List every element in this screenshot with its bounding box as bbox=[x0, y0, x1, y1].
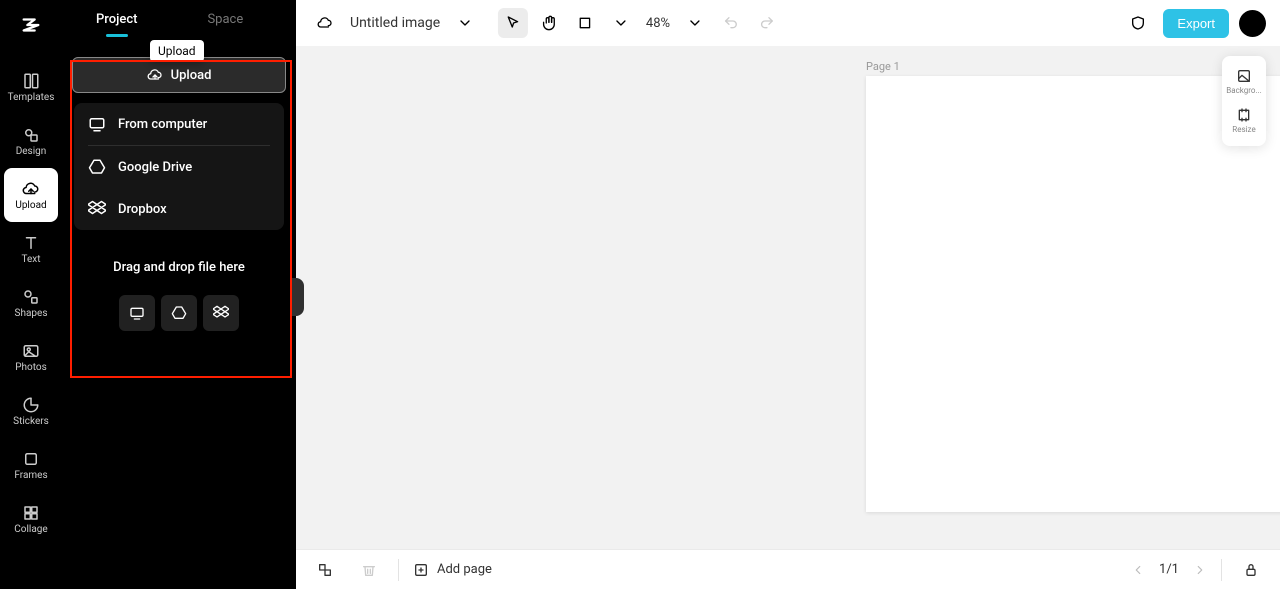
sidebar-item-label: Frames bbox=[14, 470, 47, 481]
sidebar-item-label: Text bbox=[21, 254, 40, 265]
undo-icon[interactable] bbox=[716, 8, 746, 38]
main-area: Untitled image 48% bbox=[296, 0, 1280, 589]
avatar[interactable] bbox=[1239, 10, 1266, 37]
app-logo-icon[interactable] bbox=[20, 14, 42, 40]
right-tool-label: Backgro... bbox=[1226, 86, 1262, 95]
add-page-label: Add page bbox=[437, 562, 492, 577]
upload-menu: From computer Google Drive Dropbox bbox=[74, 103, 284, 230]
topbar-left: Untitled image bbox=[310, 8, 480, 38]
lock-icon[interactable] bbox=[1236, 555, 1266, 585]
right-tools: Backgro... Resize bbox=[1222, 56, 1266, 146]
tab-project[interactable]: Project bbox=[96, 12, 137, 37]
menu-dropbox[interactable]: Dropbox bbox=[74, 188, 284, 230]
sidebar-item-label: Shapes bbox=[15, 308, 48, 319]
cloud-icon[interactable] bbox=[310, 8, 340, 38]
menu-item-label: Dropbox bbox=[118, 202, 167, 217]
artboard-chevron-down-icon[interactable] bbox=[606, 8, 636, 38]
zoom-level[interactable]: 48% bbox=[646, 16, 670, 31]
page-thumbnails-icon[interactable] bbox=[310, 555, 340, 585]
menu-from-computer[interactable]: From computer bbox=[74, 103, 284, 145]
topbar-center: 48% bbox=[498, 8, 782, 38]
bottombar-right: 1/1 bbox=[1131, 555, 1266, 585]
artboard-icon[interactable] bbox=[570, 8, 600, 38]
mini-google-drive-icon[interactable] bbox=[161, 295, 197, 331]
sidebar-item-stickers[interactable]: Stickers bbox=[4, 384, 58, 438]
sidebar-item-label: Photos bbox=[15, 362, 47, 373]
sidebar-item-label: Stickers bbox=[13, 416, 49, 427]
topbar: Untitled image 48% bbox=[296, 0, 1280, 46]
pointer-tool-icon[interactable] bbox=[498, 8, 528, 38]
prev-page-icon[interactable] bbox=[1131, 563, 1145, 577]
right-tool-label: Resize bbox=[1232, 125, 1255, 134]
divider bbox=[1221, 559, 1222, 581]
upload-button-label: Upload bbox=[171, 68, 212, 83]
sidebar-item-label: Design bbox=[16, 146, 47, 157]
panel-tabs: Project Space bbox=[62, 6, 296, 37]
menu-item-label: Google Drive bbox=[118, 160, 192, 175]
export-button[interactable]: Export bbox=[1163, 9, 1229, 38]
sidebar-item-frames[interactable]: Frames bbox=[4, 438, 58, 492]
redo-icon[interactable] bbox=[752, 8, 782, 38]
topbar-right: Export bbox=[1123, 8, 1266, 38]
menu-google-drive[interactable]: Google Drive bbox=[74, 146, 284, 188]
mini-buttons bbox=[119, 295, 239, 331]
sidebar-item-text[interactable]: Text bbox=[4, 222, 58, 276]
add-page-button[interactable]: Add page bbox=[413, 562, 492, 578]
icon-sidebar: Templates Design Upload Text Shapes Phot… bbox=[0, 0, 62, 589]
document-title[interactable]: Untitled image bbox=[350, 15, 440, 31]
delete-page-icon[interactable] bbox=[354, 555, 384, 585]
tab-space[interactable]: Space bbox=[207, 12, 243, 37]
resize-tool[interactable]: Resize bbox=[1222, 101, 1266, 140]
sidebar-item-label: Collage bbox=[14, 524, 47, 535]
mini-computer-icon[interactable] bbox=[119, 295, 155, 331]
divider bbox=[398, 559, 399, 581]
canvas-area[interactable]: Page 1 bbox=[296, 46, 1280, 549]
sidebar-item-templates[interactable]: Templates bbox=[4, 60, 58, 114]
sidebar-item-photos[interactable]: Photos bbox=[4, 330, 58, 384]
bottombar: Add page 1/1 bbox=[296, 549, 1280, 589]
mini-dropbox-icon[interactable] bbox=[203, 295, 239, 331]
canvas-page[interactable] bbox=[866, 76, 1280, 512]
zoom-chevron-down-icon[interactable] bbox=[680, 8, 710, 38]
drop-text: Drag and drop file here bbox=[113, 260, 245, 275]
sidebar-item-shapes[interactable]: Shapes bbox=[4, 276, 58, 330]
sidebar-item-upload[interactable]: Upload bbox=[4, 168, 58, 222]
shield-icon[interactable] bbox=[1123, 8, 1153, 38]
page-label: Page 1 bbox=[866, 60, 900, 73]
sidebar-item-label: Upload bbox=[15, 200, 46, 211]
background-tool[interactable]: Backgro... bbox=[1222, 62, 1266, 101]
menu-item-label: From computer bbox=[118, 117, 207, 132]
sidebar-item-design[interactable]: Design bbox=[4, 114, 58, 168]
drop-area[interactable]: Drag and drop file here bbox=[62, 260, 296, 331]
title-chevron-down-icon[interactable] bbox=[450, 8, 480, 38]
sidebar-item-collage[interactable]: Collage bbox=[4, 492, 58, 546]
next-page-icon[interactable] bbox=[1193, 563, 1207, 577]
upload-panel: Project Space Upload Upload From compute… bbox=[62, 0, 296, 589]
sidebar-item-label: Templates bbox=[8, 92, 55, 103]
hand-tool-icon[interactable] bbox=[534, 8, 564, 38]
page-indicator: 1/1 bbox=[1159, 562, 1179, 577]
upload-button[interactable]: Upload bbox=[72, 57, 286, 93]
upload-tooltip: Upload bbox=[150, 40, 204, 62]
